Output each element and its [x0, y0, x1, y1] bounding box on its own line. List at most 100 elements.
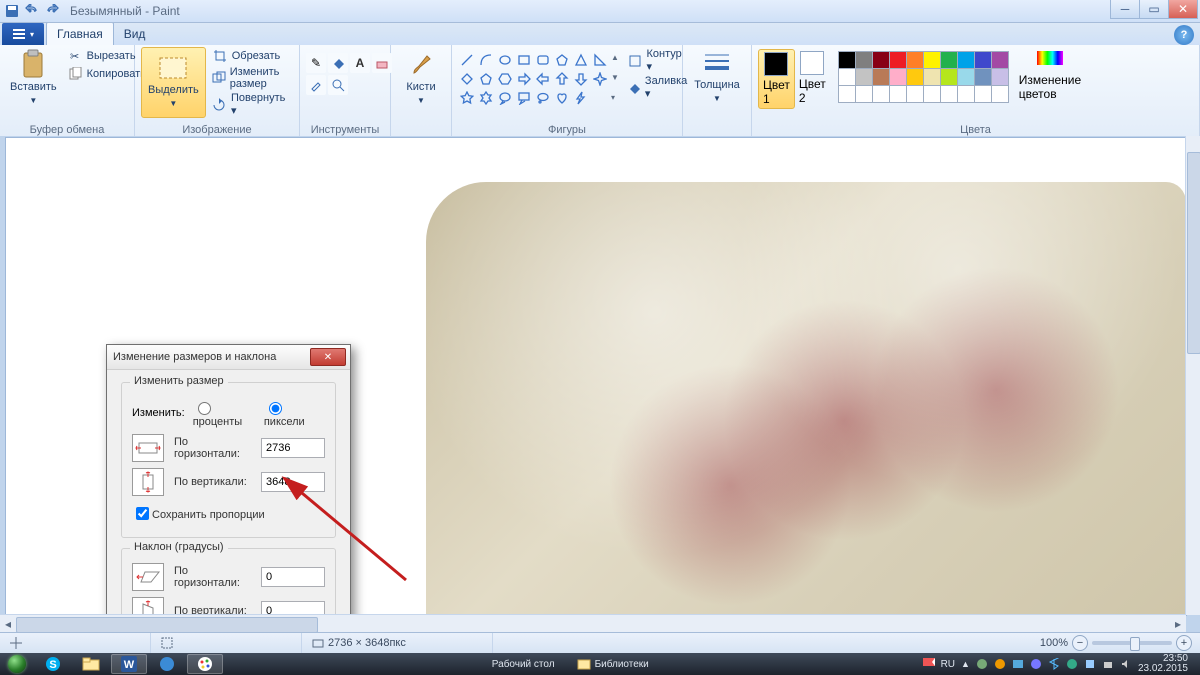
edit-colors-button[interactable]: Изменение цветов — [1015, 49, 1085, 103]
color-palette[interactable] — [838, 51, 1007, 101]
tool-fill[interactable] — [328, 53, 348, 73]
swatch[interactable] — [872, 68, 890, 86]
close-button[interactable]: ✕ — [1168, 0, 1198, 19]
shapes-scroll-up[interactable]: ▲ — [611, 53, 619, 62]
tray-icon-5[interactable] — [1066, 658, 1078, 670]
task-paint[interactable] — [187, 654, 223, 674]
shape-roundcallout[interactable] — [496, 89, 514, 107]
horiz-input[interactable] — [261, 438, 325, 458]
swatch[interactable] — [923, 68, 941, 86]
task-skype[interactable]: S — [35, 654, 71, 674]
shape-curve[interactable] — [477, 51, 495, 69]
zoom-out-button[interactable]: − — [1072, 635, 1088, 651]
taskbar-desktop-label[interactable]: Рабочий стол — [492, 659, 555, 670]
shape-cloudcallout[interactable] — [534, 89, 552, 107]
color2-button[interactable]: Цвет 2 — [795, 49, 830, 107]
shape-arrowl[interactable] — [534, 70, 552, 88]
maximize-button[interactable]: ▭ — [1139, 0, 1169, 19]
dialog-titlebar[interactable]: Изменение размеров и наклона ✕ — [107, 345, 350, 370]
task-explorer[interactable] — [73, 654, 109, 674]
swatch[interactable] — [872, 51, 890, 69]
taskbar-libraries[interactable]: Библиотеки — [577, 658, 649, 670]
dialog-close-button[interactable]: ✕ — [310, 348, 346, 366]
hscroll-right[interactable]: ▸ — [1170, 615, 1186, 633]
qat-save-icon[interactable] — [4, 3, 20, 19]
zoom-slider[interactable] — [1092, 641, 1172, 645]
swatch[interactable] — [957, 51, 975, 69]
shape-heart[interactable] — [553, 89, 571, 107]
shape-line[interactable] — [458, 51, 476, 69]
shape-pentagon[interactable] — [477, 70, 495, 88]
tool-eraser[interactable] — [372, 53, 392, 73]
shape-roundrect[interactable] — [534, 51, 552, 69]
swatch[interactable] — [889, 51, 907, 69]
minimize-button[interactable]: ─ — [1110, 0, 1140, 19]
shapes-expand[interactable]: ▾ — [611, 93, 619, 102]
swatch[interactable] — [940, 68, 958, 86]
swatch[interactable] — [906, 51, 924, 69]
select-button[interactable]: Выделить ▼ — [141, 47, 206, 118]
canvas[interactable]: Изменение размеров и наклона ✕ Изменить … — [6, 138, 1186, 615]
zoom-slider-knob[interactable] — [1130, 637, 1140, 651]
shape-polygon[interactable] — [553, 51, 571, 69]
tray-icon-2[interactable] — [994, 658, 1006, 670]
tray-icon-6[interactable] — [1084, 658, 1096, 670]
task-browser[interactable] — [149, 654, 185, 674]
qat-undo-icon[interactable] — [24, 3, 40, 19]
tray-icon-4[interactable] — [1030, 658, 1042, 670]
swatch-empty[interactable] — [991, 85, 1009, 103]
swatch[interactable] — [855, 51, 873, 69]
tray-clock[interactable]: 23:50 23.02.2015 — [1138, 654, 1194, 674]
swatch[interactable] — [906, 68, 924, 86]
shape-4star[interactable] — [591, 70, 609, 88]
tray-volume-icon[interactable] — [1120, 658, 1132, 670]
crop-button[interactable]: Обрезать — [210, 47, 293, 65]
tray-flag-icon[interactable] — [923, 658, 935, 670]
tray-icon-1[interactable] — [976, 658, 988, 670]
tray-network-icon[interactable] — [1102, 658, 1114, 670]
shape-5star[interactable] — [458, 89, 476, 107]
swatch-empty[interactable] — [940, 85, 958, 103]
qat-redo-icon[interactable] — [44, 3, 60, 19]
tool-picker[interactable] — [306, 75, 326, 95]
tray-icon-3[interactable] — [1012, 658, 1024, 670]
vertical-scrollbar[interactable] — [1185, 136, 1200, 615]
tray-bluetooth-icon[interactable] — [1048, 658, 1060, 670]
shape-6star[interactable] — [477, 89, 495, 107]
swatch[interactable] — [855, 68, 873, 86]
shapes-gallery[interactable] — [458, 51, 609, 107]
skew-horiz-input[interactable] — [261, 567, 325, 587]
tray-language[interactable]: RU — [941, 659, 955, 670]
swatch[interactable] — [838, 68, 856, 86]
hscroll-thumb[interactable] — [16, 617, 318, 633]
tool-pencil[interactable]: ✎ — [306, 53, 326, 73]
shape-lightning[interactable] — [572, 89, 590, 107]
swatch-empty[interactable] — [906, 85, 924, 103]
resize-button[interactable]: Изменить размер — [210, 65, 293, 91]
shape-rect[interactable] — [515, 51, 533, 69]
radio-pixels[interactable]: пиксели — [264, 397, 325, 428]
tool-zoom[interactable] — [328, 75, 348, 95]
radio-percent[interactable]: проценты — [193, 397, 254, 428]
tab-home[interactable]: Главная — [46, 22, 114, 45]
brushes-button[interactable]: Кисти ▼ — [397, 47, 445, 109]
swatch-empty[interactable] — [957, 85, 975, 103]
swatch[interactable] — [957, 68, 975, 86]
file-menu-button[interactable]: ▾ — [2, 23, 44, 45]
swatch-empty[interactable] — [855, 85, 873, 103]
rotate-button[interactable]: Повернуть ▾ — [210, 91, 293, 118]
shape-hexagon[interactable] — [496, 70, 514, 88]
shape-arrowr[interactable] — [515, 70, 533, 88]
help-button[interactable]: ? — [1174, 25, 1194, 45]
shape-oval[interactable] — [496, 51, 514, 69]
swatch[interactable] — [974, 51, 992, 69]
swatch-empty[interactable] — [889, 85, 907, 103]
skew-vert-input[interactable] — [261, 601, 325, 615]
swatch[interactable] — [991, 51, 1009, 69]
shape-rtriangle[interactable] — [591, 51, 609, 69]
tray-up-icon[interactable]: ▲ — [961, 659, 970, 669]
swatch[interactable] — [838, 51, 856, 69]
shapes-scroll-down[interactable]: ▼ — [611, 73, 619, 82]
thickness-button[interactable]: Толщина ▼ — [689, 47, 745, 107]
swatch[interactable] — [991, 68, 1009, 86]
